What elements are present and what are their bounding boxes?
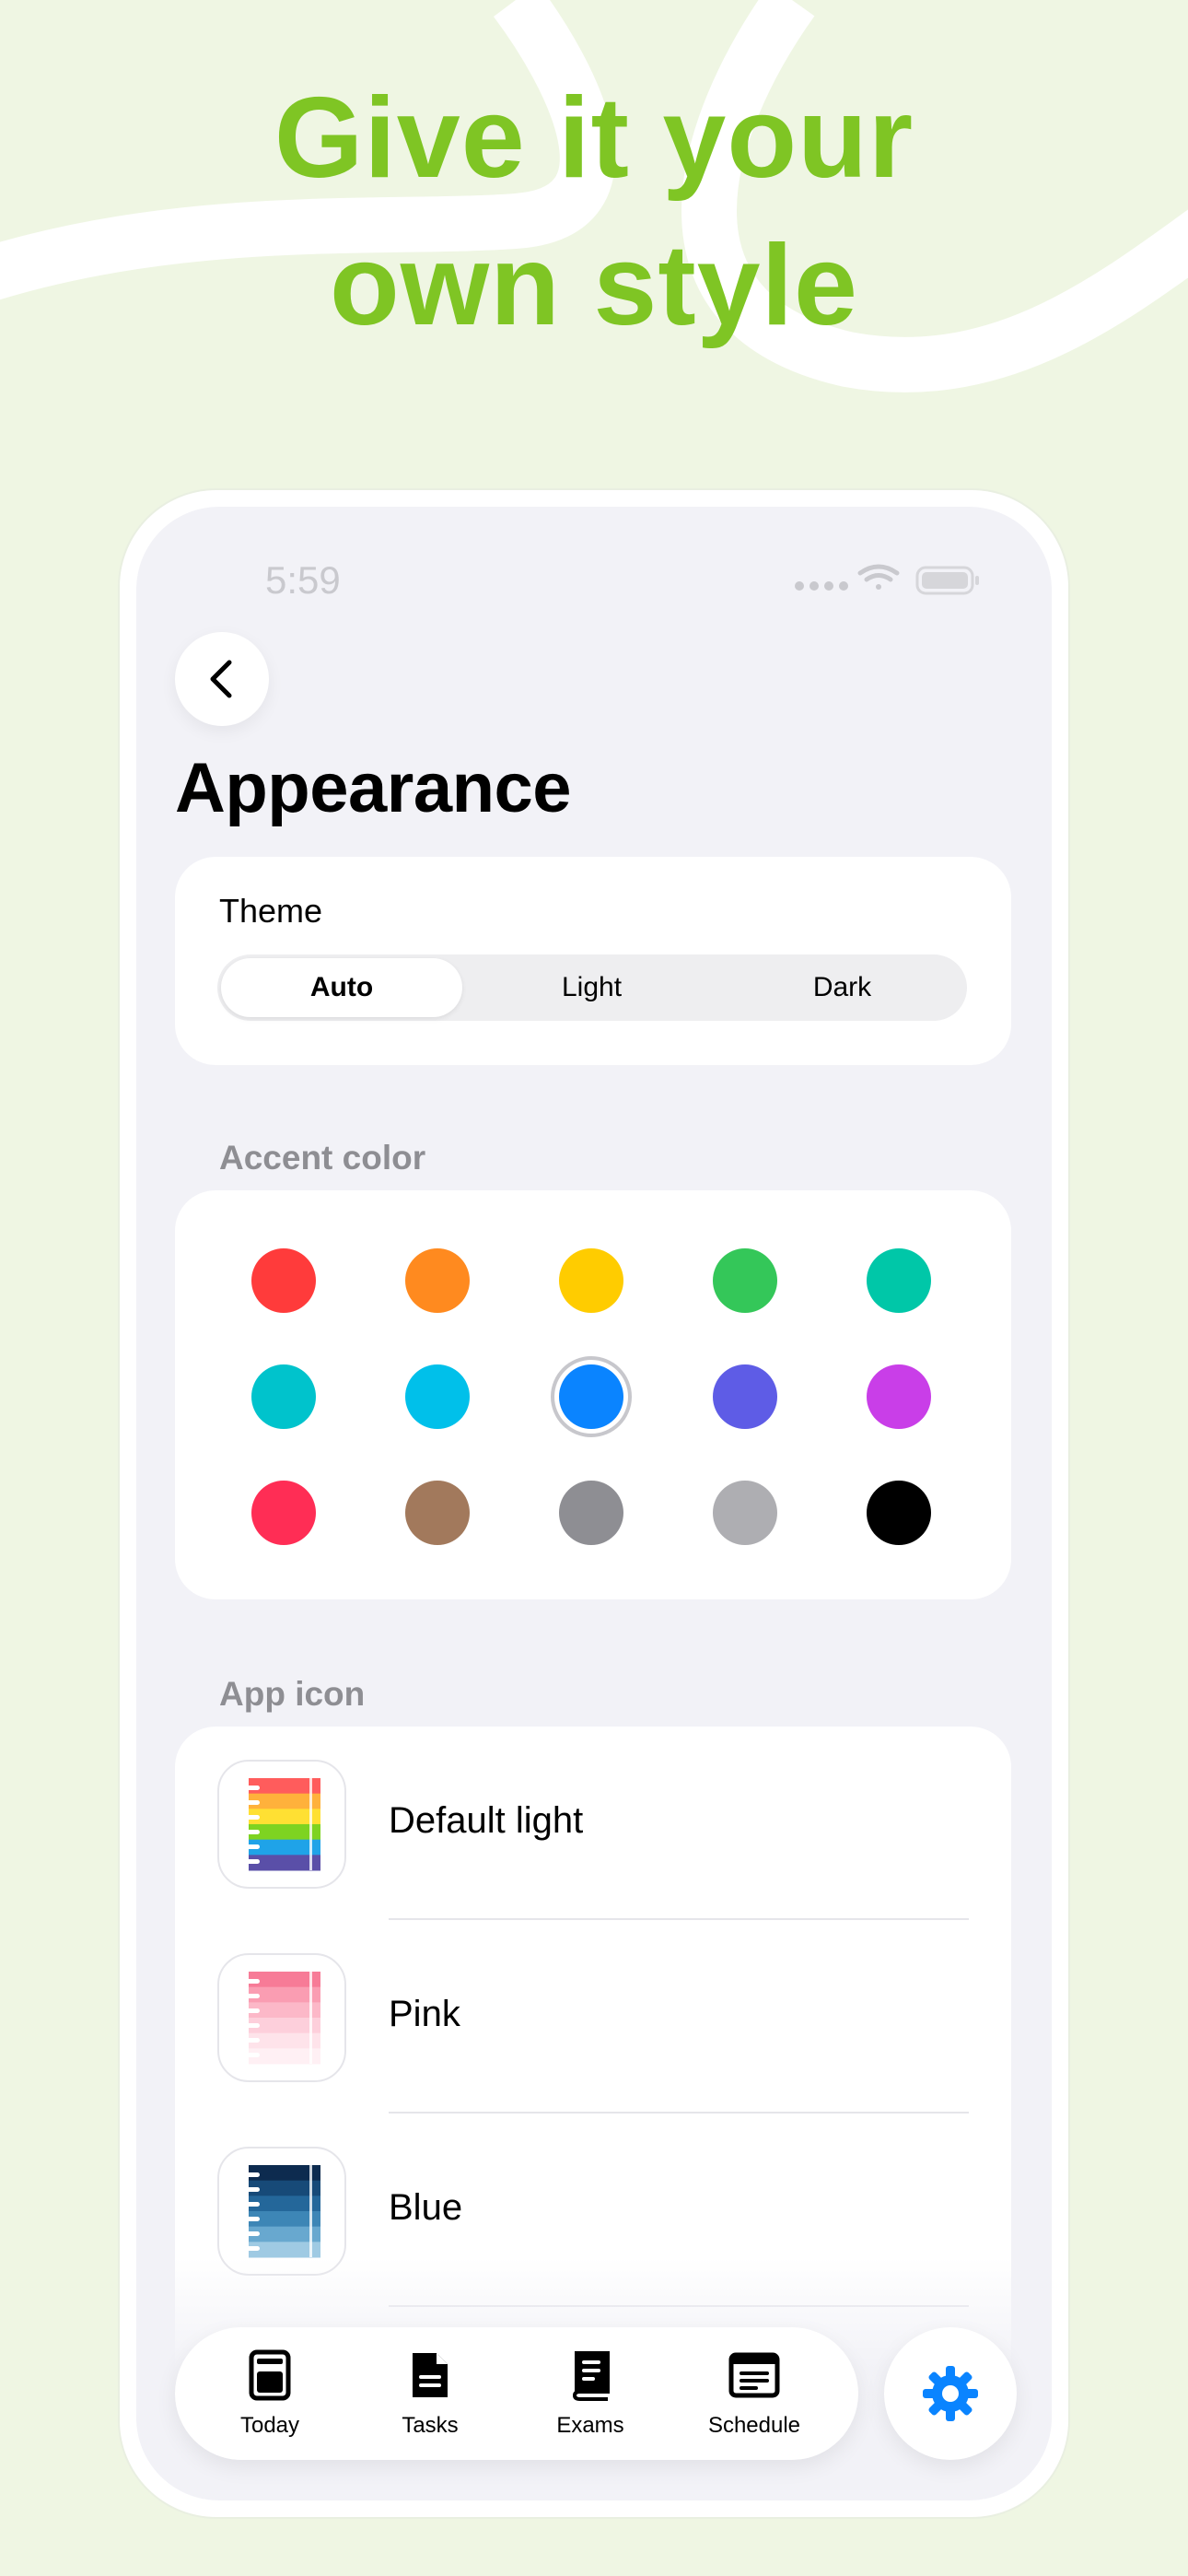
app-icon-label: Default light (389, 1800, 584, 1841)
notebook-ring (243, 1830, 260, 1834)
notebook-ring (243, 1786, 260, 1790)
accent-swatch[interactable] (867, 1364, 931, 1429)
accent-swatch[interactable] (251, 1364, 316, 1429)
phone-screen: 5:59 Appearance Theme Auto Light Dark Ac… (136, 507, 1052, 2500)
tab-tasks[interactable]: Tasks (361, 2349, 499, 2439)
notebook-page-edge (309, 2165, 312, 2257)
app-icon-option-pink[interactable]: Pink (175, 1920, 1011, 2113)
signal-dots-icon (795, 581, 848, 591)
accent-swatch[interactable] (713, 1481, 777, 1545)
notebook-ring (243, 2023, 260, 2028)
notebook-ring (243, 2053, 260, 2057)
theme-option-dark[interactable]: Dark (717, 954, 967, 1021)
tab-label: Schedule (707, 2413, 801, 2438)
notebook-ring (243, 1979, 260, 1984)
document-icon (413, 2353, 448, 2397)
status-time: 5:59 (265, 558, 341, 602)
theme-card: Theme Auto Light Dark (175, 857, 1011, 1065)
app-icon-preview-default-light (217, 1760, 346, 1889)
accent-swatch[interactable] (867, 1481, 931, 1545)
book-icon (572, 2351, 610, 2401)
phone-frame: 5:59 Appearance Theme Auto Light Dark Ac… (120, 490, 1068, 2517)
notebook-ring (243, 2038, 260, 2043)
notebook-icon (243, 1778, 320, 1871)
notebook-page-edge (309, 1972, 312, 2064)
accent-swatch[interactable] (867, 1248, 931, 1313)
tab-today[interactable]: Today (201, 2349, 339, 2439)
theme-option-light[interactable]: Light (467, 954, 716, 1021)
app-icon-preview-blue (217, 2147, 346, 2276)
app-icon-header: App icon (219, 1675, 366, 1713)
notebook-ring (243, 2202, 260, 2207)
accent-color-header: Accent color (219, 1139, 426, 1177)
notebook-ring (243, 2246, 260, 2251)
settings-button[interactable] (884, 2327, 1017, 2460)
notebook-icon (243, 1972, 320, 2065)
accent-swatch[interactable] (251, 1481, 316, 1545)
notebook-page-edge (309, 1778, 312, 1870)
today-icon (249, 2349, 291, 2401)
status-icons (795, 564, 979, 595)
headline-line-1: Give it your (274, 75, 914, 202)
accent-color-card (175, 1190, 1011, 1599)
wifi-icon (857, 564, 900, 590)
battery-icon (915, 566, 979, 595)
notebook-ring (243, 1859, 260, 1864)
theme-option-auto[interactable]: Auto (221, 958, 462, 1017)
notebook-ring (243, 1800, 260, 1805)
notebook-ring (243, 2231, 260, 2236)
accent-swatch[interactable] (559, 1248, 623, 1313)
schedule-icon (728, 2352, 780, 2398)
page-title: Appearance (175, 749, 572, 827)
accent-swatch[interactable] (405, 1481, 470, 1545)
notebook-ring (243, 1994, 260, 1998)
gear-icon (923, 2366, 978, 2421)
headline: Give it your own style (0, 64, 1188, 359)
accent-swatch[interactable] (713, 1364, 777, 1429)
notebook-ring (243, 2187, 260, 2192)
theme-segmented-control: Auto Light Dark (217, 954, 967, 1021)
status-bar: 5:59 (136, 507, 1052, 608)
notebook-ring (243, 2217, 260, 2221)
notebook-ring (243, 1815, 260, 1820)
app-icon-preview-pink (217, 1953, 346, 2082)
notebook-icon (243, 2165, 320, 2258)
app-icon-label: Pink (389, 1994, 460, 2034)
accent-swatch[interactable] (405, 1248, 470, 1313)
tab-label: Exams (556, 2413, 624, 2438)
notebook-ring (243, 1844, 260, 1849)
back-button[interactable] (175, 632, 269, 726)
headline-line-2: own style (329, 222, 859, 349)
chevron-left-icon (210, 660, 232, 698)
tab-bar: Today Tasks Exams Schedule (175, 2327, 858, 2460)
accent-swatch[interactable] (559, 1364, 623, 1429)
accent-swatch[interactable] (405, 1364, 470, 1429)
app-icon-label: Blue (389, 2187, 463, 2228)
notebook-ring (243, 2172, 260, 2177)
tab-label: Tasks (402, 2413, 459, 2438)
tab-exams[interactable]: Exams (521, 2349, 659, 2439)
tab-schedule[interactable]: Schedule (685, 2349, 823, 2439)
accent-swatch[interactable] (559, 1481, 623, 1545)
theme-label: Theme (219, 892, 323, 930)
app-icon-option-default-light[interactable]: Default light (175, 1727, 1011, 1920)
notebook-ring (243, 2008, 260, 2013)
accent-swatch[interactable] (251, 1248, 316, 1313)
tab-label: Today (239, 2413, 300, 2438)
accent-swatch[interactable] (713, 1248, 777, 1313)
